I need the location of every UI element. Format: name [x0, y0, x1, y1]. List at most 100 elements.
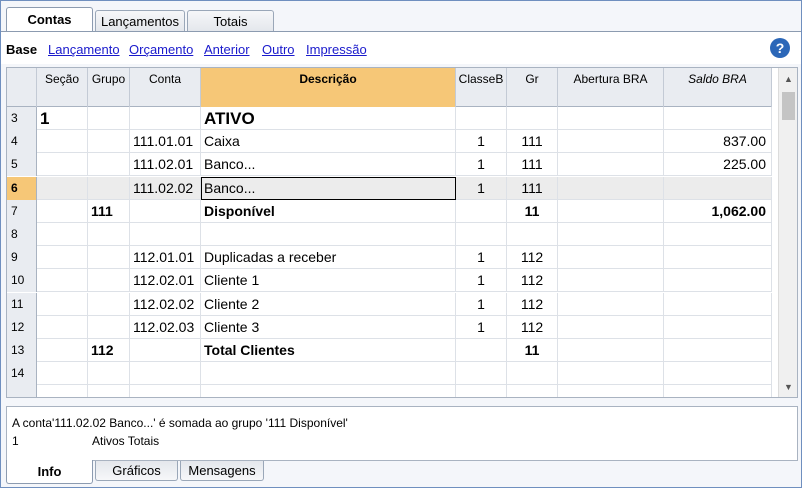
view-link-impressao[interactable]: Impressão [306, 42, 367, 57]
cell-gr[interactable]: 111 [507, 176, 558, 200]
table-row[interactable]: 5 111.02.01 Banco... 1 111 225.00 [7, 153, 772, 177]
cell-descricao[interactable] [201, 223, 456, 246]
cell-descricao[interactable] [201, 385, 456, 397]
cell-conta[interactable]: 111.02.01 [130, 153, 201, 177]
cell-conta[interactable]: 112.01.01 [130, 246, 201, 270]
cell-abertura[interactable] [558, 107, 664, 130]
cell-secao[interactable] [37, 292, 88, 316]
cell-conta[interactable] [130, 223, 201, 246]
cell-abertura[interactable] [558, 246, 664, 270]
cell-gr[interactable] [507, 223, 558, 246]
cell-gr[interactable]: 111 [507, 130, 558, 154]
cell-grupo[interactable] [88, 315, 130, 339]
cell-conta[interactable]: 112.02.02 [130, 292, 201, 316]
table-row[interactable]: 12 112.02.03 Cliente 3 1 112 [7, 315, 772, 339]
cell-saldo[interactable] [664, 107, 772, 130]
cell-saldo[interactable] [664, 292, 772, 316]
cell-secao[interactable] [37, 269, 88, 293]
cell-grupo[interactable] [88, 362, 130, 386]
cell-saldo[interactable] [664, 176, 772, 200]
cell-classeb[interactable] [456, 339, 507, 362]
cell-secao[interactable] [37, 246, 88, 270]
cell-grupo[interactable]: 112 [88, 339, 130, 362]
cell-grupo[interactable]: 111 [88, 199, 130, 223]
cell-abertura[interactable] [558, 153, 664, 177]
cell-grupo[interactable] [88, 246, 130, 270]
cell-classeb[interactable]: 1 [456, 269, 507, 293]
cell-secao[interactable] [37, 176, 88, 200]
cell-classeb[interactable] [456, 107, 507, 130]
vertical-scrollbar[interactable]: ▲ ▼ [778, 68, 797, 397]
cell-classeb[interactable] [456, 199, 507, 223]
cell-classeb[interactable]: 1 [456, 246, 507, 270]
tab-contas[interactable]: Contas [6, 7, 93, 31]
cell-saldo[interactable]: 1,062.00 [664, 199, 772, 223]
cell-abertura[interactable] [558, 315, 664, 339]
cell-conta[interactable] [130, 362, 201, 386]
cell-descricao[interactable]: Banco... [201, 153, 456, 177]
col-header-conta[interactable]: Conta [130, 68, 201, 107]
cell-descricao[interactable]: Disponível [201, 199, 456, 223]
tab-info[interactable]: Info [6, 460, 93, 484]
cell-grupo[interactable] [88, 153, 130, 177]
view-link-orcamento[interactable]: Orçamento [129, 42, 193, 57]
cell-gr[interactable] [507, 107, 558, 130]
table-row[interactable]: 7 111 Disponível 11 1,062.00 [7, 199, 772, 223]
cell-descricao[interactable]: ATIVO [201, 107, 456, 130]
col-header-gr[interactable]: Gr [507, 68, 558, 107]
table-row[interactable]: 6 111.02.02 Banco... 1 111 [7, 176, 772, 200]
table-row[interactable]: 4 111.01.01 Caixa 1 111 837.00 [7, 130, 772, 154]
cell-abertura[interactable] [558, 385, 664, 397]
cell-conta[interactable]: 112.02.03 [130, 315, 201, 339]
col-header-abertura[interactable]: Abertura BRA [558, 68, 664, 107]
cell-classeb[interactable]: 1 [456, 315, 507, 339]
cell-conta[interactable] [130, 199, 201, 223]
cell-abertura[interactable] [558, 292, 664, 316]
cell-descricao[interactable]: Total Clientes [201, 339, 456, 362]
active-cell-editor[interactable] [201, 176, 456, 200]
cell-abertura[interactable] [558, 199, 664, 223]
cell-grupo[interactable] [88, 269, 130, 293]
cell-secao[interactable] [37, 315, 88, 339]
tab-graficos[interactable]: Gráficos [95, 461, 178, 481]
cell-gr[interactable]: 111 [507, 153, 558, 177]
table-row[interactable]: 13 112 Total Clientes 11 [7, 339, 772, 362]
cell-secao[interactable] [37, 153, 88, 177]
cell-classeb[interactable] [456, 362, 507, 386]
cell-gr[interactable]: 112 [507, 269, 558, 293]
cell-descricao[interactable]: Duplicadas a receber [201, 246, 456, 270]
view-link-anterior[interactable]: Anterior [204, 42, 250, 57]
cell-grupo[interactable] [88, 176, 130, 200]
col-header-descricao[interactable]: Descrição [201, 68, 456, 107]
cell-saldo[interactable]: 837.00 [664, 130, 772, 154]
cell-classeb[interactable] [456, 385, 507, 397]
cell-saldo[interactable] [664, 362, 772, 386]
cell-classeb[interactable]: 1 [456, 292, 507, 316]
cell-saldo[interactable] [664, 315, 772, 339]
cell-secao[interactable] [37, 223, 88, 246]
cell-abertura[interactable] [558, 269, 664, 293]
col-header-grupo[interactable]: Grupo [88, 68, 130, 107]
table-row[interactable]: 14 [7, 362, 772, 386]
cell-conta[interactable]: 111.01.01 [130, 130, 201, 154]
view-link-outro[interactable]: Outro [262, 42, 295, 57]
cell-abertura[interactable] [558, 130, 664, 154]
cell-gr[interactable]: 11 [507, 199, 558, 223]
col-header-secao[interactable]: Seção [37, 68, 88, 107]
scroll-down-icon[interactable]: ▼ [779, 378, 797, 395]
cell-secao[interactable] [37, 339, 88, 362]
view-link-lancamento[interactable]: Lançamento [48, 42, 120, 57]
cell-grupo[interactable] [88, 385, 130, 397]
cell-descricao[interactable]: Cliente 2 [201, 292, 456, 316]
cell-grupo[interactable] [88, 223, 130, 246]
cell-conta[interactable] [130, 339, 201, 362]
cell-classeb[interactable]: 1 [456, 130, 507, 154]
cell-classeb[interactable]: 1 [456, 153, 507, 177]
cell-abertura[interactable] [558, 362, 664, 386]
cell-abertura[interactable] [558, 339, 664, 362]
col-header-classeb[interactable]: ClasseB [456, 68, 507, 107]
cell-descricao[interactable]: Caixa [201, 130, 456, 154]
cell-saldo[interactable] [664, 223, 772, 246]
cell-classeb[interactable] [456, 223, 507, 246]
cell-conta[interactable] [130, 385, 201, 397]
